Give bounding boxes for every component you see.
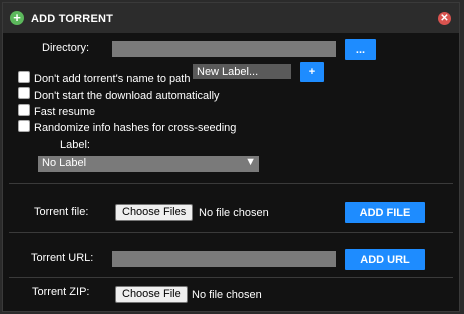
no-name-in-path-label: Don't add torrent's name to path — [34, 73, 191, 85]
label-select-value: No Label — [42, 157, 87, 169]
label-select-label: Label: — [60, 139, 90, 151]
torrent-zip-status: No file chosen — [192, 289, 262, 301]
torrent-zip-label: Torrent ZIP: — [32, 286, 90, 298]
plus-circle-icon: + — [10, 11, 24, 25]
divider — [9, 183, 453, 184]
randomize-hashes-checkbox[interactable] — [18, 120, 30, 132]
browse-directory-button[interactable]: ... — [345, 39, 376, 60]
no-name-in-path-checkbox[interactable] — [18, 71, 30, 83]
dialog-titlebar: + ADD TORRENT ✕ — [3, 3, 459, 33]
add-label-button[interactable]: + — [300, 62, 324, 82]
add-url-button[interactable]: ADD URL — [345, 249, 425, 270]
close-icon[interactable]: ✕ — [438, 12, 451, 25]
no-autostart-checkbox[interactable] — [18, 87, 30, 99]
add-torrent-dialog: + ADD TORRENT ✕ Directory: ... Don't add… — [2, 2, 460, 312]
divider — [9, 232, 453, 233]
new-label-input[interactable] — [193, 64, 291, 79]
randomize-hashes-label: Randomize info hashes for cross-seeding — [34, 122, 237, 134]
no-autostart-label: Don't start the download automatically — [34, 90, 220, 102]
label-select[interactable]: No Label ▼ — [38, 156, 259, 172]
directory-input[interactable] — [112, 41, 336, 57]
directory-label: Directory: — [42, 42, 90, 54]
choose-files-button[interactable]: Choose Files — [115, 204, 194, 221]
add-file-button[interactable]: ADD FILE — [345, 202, 425, 223]
torrent-url-label: Torrent URL: — [31, 252, 94, 264]
divider — [9, 277, 453, 278]
torrent-file-status: No file chosen — [199, 207, 269, 219]
fast-resume-checkbox[interactable] — [18, 104, 30, 116]
triangle-down-icon: ▼ — [245, 156, 256, 168]
torrent-file-label: Torrent file: — [34, 206, 89, 218]
torrent-url-input[interactable] — [112, 251, 336, 267]
dialog-title: ADD TORRENT — [31, 13, 114, 25]
choose-file-button[interactable]: Choose File — [115, 286, 188, 303]
fast-resume-label: Fast resume — [34, 106, 96, 118]
